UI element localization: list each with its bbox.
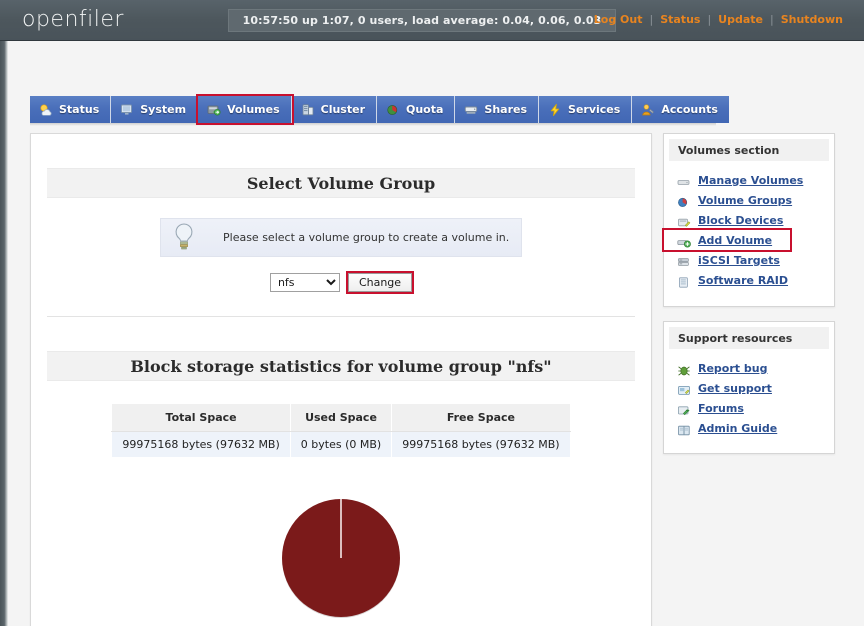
- tab-label: Cluster: [320, 103, 365, 116]
- column-header-total-space: Total Space: [111, 403, 291, 432]
- tab-volumes[interactable]: Volumes: [196, 94, 294, 125]
- sidebar-item-block-devices[interactable]: Block Devices: [664, 210, 834, 230]
- sidebar-item-manage-volumes[interactable]: Manage Volumes: [664, 170, 834, 190]
- book-icon: [677, 422, 691, 435]
- tab-label: Volumes: [227, 103, 280, 116]
- sidebar-item-get-support[interactable]: Get support: [664, 378, 834, 398]
- log-out-link[interactable]: Log Out: [587, 13, 650, 26]
- tab-label: Quota: [406, 103, 444, 116]
- support-resources-title: Support resources: [669, 327, 829, 349]
- software-raid-icon: [677, 274, 691, 288]
- shutdown-link[interactable]: Shutdown: [774, 13, 850, 26]
- status-link[interactable]: Status: [653, 13, 707, 26]
- sidebar-link-label[interactable]: Report bug: [698, 362, 767, 375]
- sidebar-item-iscsi-targets[interactable]: iSCSI Targets: [664, 250, 834, 270]
- cell-free-space: 99975168 bytes (97632 MB): [391, 431, 571, 458]
- sidebar-link-label[interactable]: Volume Groups: [698, 194, 792, 207]
- tab-label: Accounts: [661, 103, 718, 116]
- table-header-row: Total Space Used Space Free Space: [111, 403, 571, 432]
- volumes-section-list: Manage Volumes Volume Groups Block Devic…: [662, 161, 834, 290]
- sidebar-link-label[interactable]: Get support: [698, 382, 772, 395]
- header-links: Log Out | Status | Update | Shutdown: [587, 13, 850, 26]
- sidebar-item-admin-guide[interactable]: Admin Guide: [664, 418, 834, 438]
- tab-label: Shares: [484, 103, 528, 116]
- volume-group-select[interactable]: nfs: [269, 273, 340, 292]
- bug-icon: [677, 362, 691, 375]
- column-header-free-space: Free Space: [391, 403, 571, 432]
- hint-text: Please select a volume group to create a…: [223, 231, 510, 244]
- tab-label: System: [140, 103, 187, 116]
- change-button[interactable]: Change: [347, 273, 413, 292]
- sidebar-link-label[interactable]: Manage Volumes: [698, 174, 803, 187]
- tabbar-shadow: [30, 123, 716, 126]
- tab-services[interactable]: Services: [539, 96, 633, 123]
- tab-accounts[interactable]: Accounts: [632, 96, 729, 123]
- sidebar-item-add-volume[interactable]: Add Volume: [662, 228, 792, 252]
- storage-pie-chart: Free: [31, 496, 651, 626]
- content-divider: [47, 316, 635, 317]
- openfiler-app-window: openfiler 10:57:50 up 1:07, 0 users, loa…: [0, 0, 864, 626]
- openfiler-logo: openfiler: [22, 7, 124, 32]
- hint-box: Please select a volume group to create a…: [160, 218, 522, 257]
- tab-label: Status: [59, 103, 100, 116]
- sidebar-link-label[interactable]: Software RAID: [698, 274, 788, 287]
- column-header-used-space: Used Space: [289, 403, 393, 432]
- support-resources-panel: Support resources Report bug Get support…: [663, 321, 835, 454]
- top-header-bar: openfiler 10:57:50 up 1:07, 0 users, loa…: [0, 0, 864, 41]
- sidebar-item-software-raid[interactable]: Software RAID: [664, 270, 834, 290]
- pie-svg: [282, 499, 400, 618]
- volumes-disk-icon: [207, 103, 221, 117]
- cell-total-space: 99975168 bytes (97632 MB): [111, 431, 291, 458]
- support-icon: [677, 382, 691, 395]
- left-edge-strip: [0, 0, 8, 626]
- tab-shares[interactable]: Shares: [455, 96, 540, 123]
- services-lightning-icon: [548, 103, 562, 117]
- sidebar-item-forums[interactable]: Forums: [664, 398, 834, 418]
- update-link[interactable]: Update: [711, 13, 770, 26]
- sidebar-item-report-bug[interactable]: Report bug: [664, 358, 834, 378]
- pie-wrap: [279, 496, 403, 620]
- table-row: 99975168 bytes (97632 MB) 0 bytes (0 MB)…: [111, 431, 571, 458]
- main-navigation-tabs: Status System Volumes Cluster Quota Shar…: [30, 94, 729, 125]
- sidebar-link-label[interactable]: Add Volume: [698, 234, 772, 247]
- weather-status-icon: [39, 103, 53, 117]
- shares-drive-icon: [464, 103, 478, 117]
- monitor-icon: [120, 103, 134, 117]
- forums-icon: [677, 402, 691, 415]
- sidebar-link-label[interactable]: Admin Guide: [698, 422, 777, 435]
- uptime-status-box: 10:57:50 up 1:07, 0 users, load average:…: [228, 9, 616, 32]
- volumes-section-panel: Volumes section Manage Volumes Volume Gr…: [662, 133, 835, 307]
- main-content-panel: Select Volume Group Please select a volu…: [30, 133, 652, 626]
- volume-groups-icon: [677, 194, 691, 207]
- block-devices-icon: [677, 214, 691, 227]
- accounts-user-icon: [641, 103, 655, 117]
- volumes-section-title: Volumes section: [669, 139, 829, 161]
- support-resources-list: Report bug Get support Forums Admin Guid…: [664, 349, 834, 438]
- tab-quota[interactable]: Quota: [377, 96, 456, 123]
- sidebar-link-label[interactable]: iSCSI Targets: [698, 254, 780, 267]
- volume-group-select-row: nfs Change: [31, 271, 651, 294]
- iscsi-targets-icon: [677, 254, 691, 267]
- block-storage-statistics-title: Block storage statistics for volume grou…: [47, 351, 635, 381]
- tab-label: Services: [568, 103, 621, 116]
- tab-cluster[interactable]: Cluster: [291, 96, 377, 123]
- change-button-highlight: Change: [345, 271, 415, 294]
- sidebar-link-label[interactable]: Forums: [698, 402, 744, 415]
- quota-pie-icon: [386, 103, 400, 117]
- lightbulb-icon: [167, 218, 201, 257]
- sidebar-link-label[interactable]: Block Devices: [698, 214, 783, 227]
- cell-used-space: 0 bytes (0 MB): [289, 431, 393, 458]
- select-volume-group-title: Select Volume Group: [47, 168, 635, 198]
- tab-system[interactable]: System: [111, 96, 199, 123]
- block-storage-statistics-table: Total Space Used Space Free Space 999751…: [111, 403, 571, 458]
- cluster-servers-icon: [301, 103, 315, 117]
- tab-status[interactable]: Status: [30, 96, 112, 123]
- manage-volumes-icon: [677, 174, 691, 187]
- add-volume-icon: [677, 234, 691, 247]
- sidebar-item-volume-groups[interactable]: Volume Groups: [664, 190, 834, 210]
